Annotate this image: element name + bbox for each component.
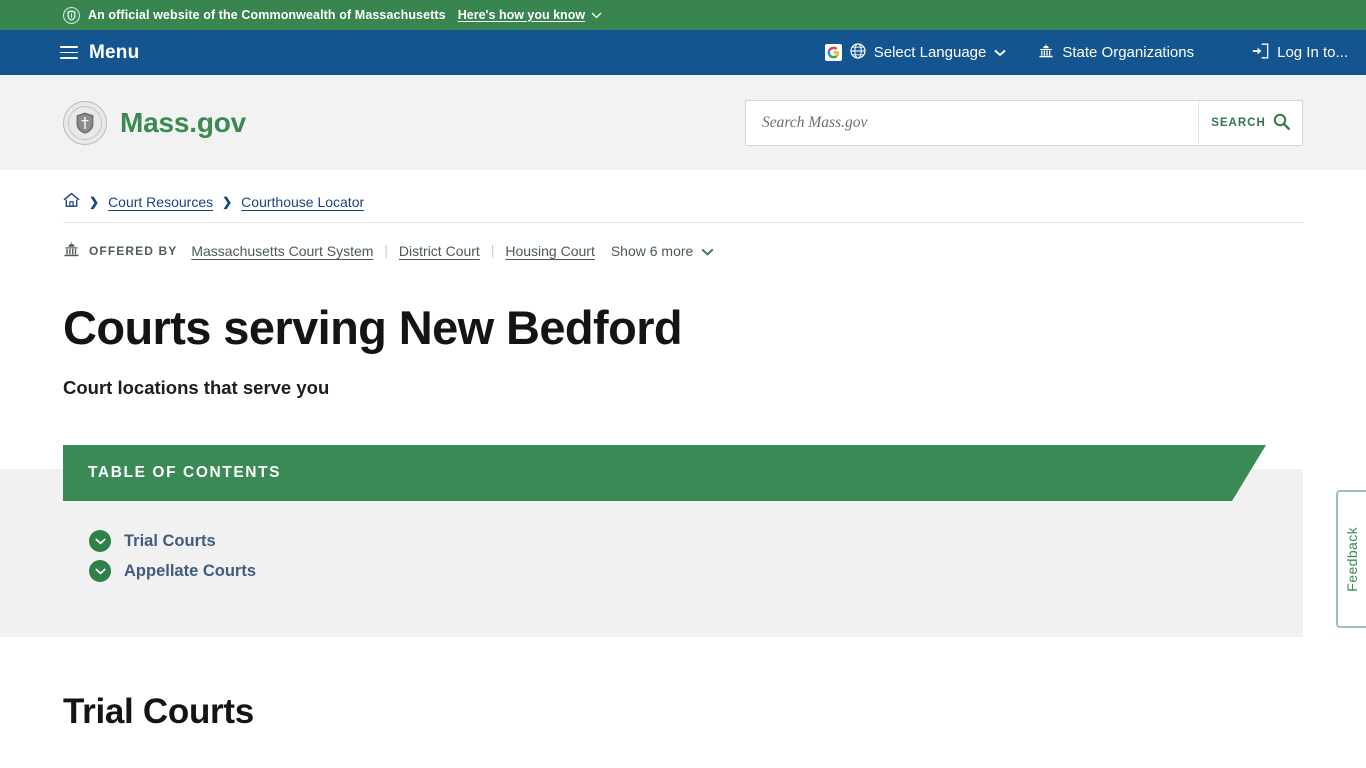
search-button-label: SEARCH bbox=[1211, 116, 1266, 129]
globe-icon bbox=[850, 42, 866, 63]
select-language-label: Select Language bbox=[873, 44, 987, 61]
offered-by-org-housing-court[interactable]: Housing Court bbox=[505, 243, 595, 259]
search-button[interactable]: SEARCH bbox=[1198, 100, 1302, 145]
toc-list: Trial Courts Appellate Courts bbox=[63, 501, 1303, 582]
capitol-building-icon bbox=[63, 241, 80, 260]
hamburger-icon bbox=[60, 46, 78, 59]
log-in-to-label: Log In to... bbox=[1277, 44, 1348, 61]
breadcrumb-separator: ❯ bbox=[222, 194, 233, 209]
massgov-logo-link[interactable]: Mass.gov bbox=[63, 100, 246, 145]
table-of-contents: TABLE OF CONTENTS Trial Courts Appellate… bbox=[0, 445, 1303, 637]
chevron-down-icon bbox=[591, 8, 602, 22]
home-icon[interactable] bbox=[63, 192, 80, 211]
offered-by-divider: | bbox=[384, 243, 388, 258]
show-more-label: Show 6 more bbox=[610, 242, 694, 259]
search-input[interactable] bbox=[746, 100, 1198, 145]
login-arrow-icon bbox=[1252, 43, 1269, 63]
show-more-organizations-toggle[interactable]: Show 6 more bbox=[611, 243, 714, 259]
nav-right-group: Select Language State Organizations Log … bbox=[824, 42, 1348, 63]
breadcrumb-item-courthouse-locator[interactable]: Courthouse Locator bbox=[241, 194, 364, 210]
toc-heading: TABLE OF CONTENTS bbox=[88, 464, 282, 481]
chevron-down-icon bbox=[994, 44, 1006, 61]
state-organizations-label: State Organizations bbox=[1062, 44, 1195, 61]
offered-by-row: OFFERED BY Massachusetts Court System | … bbox=[63, 223, 1303, 260]
massachusetts-state-seal-icon bbox=[63, 100, 107, 145]
chevron-down-circle-icon bbox=[89, 530, 111, 552]
toc-banner: TABLE OF CONTENTS bbox=[63, 445, 1266, 501]
offered-by-org-district-court[interactable]: District Court bbox=[399, 243, 480, 259]
how-you-know-label: Here's how you know bbox=[457, 8, 586, 22]
shield-badge-icon bbox=[63, 6, 80, 24]
toc-item-label: Trial Courts bbox=[124, 531, 216, 550]
breadcrumb: ❯ Court Resources ❯ Courthouse Locator bbox=[63, 170, 1303, 223]
official-site-banner: An official website of the Commonwealth … bbox=[0, 0, 1366, 30]
chevron-down-icon bbox=[701, 243, 714, 259]
log-in-to-button[interactable]: Log In to... bbox=[1236, 43, 1348, 63]
magnifier-icon bbox=[1273, 113, 1290, 133]
feedback-tab[interactable]: Feedback bbox=[1336, 490, 1366, 628]
toc-item-trial-courts[interactable]: Trial Courts bbox=[89, 530, 1303, 552]
brand-name: Mass.gov bbox=[120, 106, 246, 138]
main-navigation-bar: Menu Select Language State Organizations… bbox=[0, 30, 1366, 75]
select-language-button[interactable]: Select Language bbox=[824, 42, 1023, 63]
google-translate-icon bbox=[824, 44, 842, 61]
offered-by-org-massachusetts-court-system[interactable]: Massachusetts Court System bbox=[191, 243, 373, 259]
toc-item-label: Appellate Courts bbox=[124, 561, 257, 580]
feedback-label: Feedback bbox=[1344, 526, 1360, 592]
chevron-down-circle-icon bbox=[89, 560, 111, 582]
toc-item-appellate-courts[interactable]: Appellate Courts bbox=[89, 560, 1303, 582]
site-header: Mass.gov SEARCH bbox=[0, 75, 1366, 170]
menu-label: Menu bbox=[89, 41, 140, 63]
offered-by-divider: | bbox=[490, 243, 495, 258]
menu-button[interactable]: Menu bbox=[60, 42, 139, 64]
page-title: Courts serving New Bedford bbox=[63, 301, 683, 354]
state-organizations-button[interactable]: State Organizations bbox=[1022, 43, 1210, 62]
offered-by-label: OFFERED BY bbox=[89, 243, 178, 258]
capitol-building-icon bbox=[1038, 43, 1054, 62]
how-you-know-toggle[interactable]: Here's how you know bbox=[458, 8, 602, 22]
site-search: SEARCH bbox=[745, 99, 1303, 146]
page-subtitle: Court locations that serve you bbox=[63, 377, 330, 398]
breadcrumb-separator: ❯ bbox=[89, 194, 100, 209]
page-content: ❯ Court Resources ❯ Courthouse Locator O… bbox=[0, 170, 1366, 637]
section-heading-trial-courts: Trial Courts bbox=[63, 692, 254, 731]
breadcrumb-item-court-resources[interactable]: Court Resources bbox=[108, 194, 213, 210]
official-banner-text: An official website of the Commonwealth … bbox=[88, 8, 446, 22]
